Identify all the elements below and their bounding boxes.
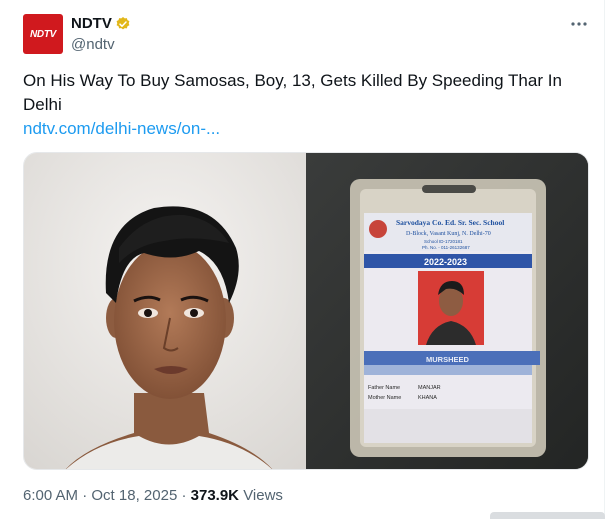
id-school-id: School ID-1720181: [424, 239, 463, 244]
author-name-row: NDTV: [71, 15, 131, 32]
tweet-media[interactable]: Sarvodaya Co. Ed. Sr. Sec. School D-Bloc…: [23, 152, 589, 470]
id-year: 2022-2023: [424, 257, 467, 267]
verified-badge-icon: [116, 16, 130, 29]
id-mother-label: Mother Name: [368, 395, 401, 401]
scrollbar-thumb[interactable]: [490, 512, 605, 519]
tweet-meta: 6:00 AM · Oct 18, 2025 · 373.9K Views: [23, 487, 283, 504]
author-name[interactable]: NDTV: [71, 15, 112, 32]
id-school-name: Sarvodaya Co. Ed. Sr. Sec. School: [396, 218, 504, 227]
tweet-link[interactable]: ndtv.com/delhi-news/on-...: [23, 117, 220, 141]
avatar[interactable]: NDTV: [23, 14, 63, 54]
id-student-name: MURSHEED: [426, 355, 470, 364]
id-father-value: MANJAR: [418, 385, 441, 391]
views-count[interactable]: 373.9K: [191, 487, 239, 504]
more-dots-icon[interactable]: [569, 14, 589, 34]
tweet-card: NDTV NDTV @ndtv On His Way To Buy Samosa…: [0, 0, 605, 519]
id-mother-value: KHANA: [418, 395, 437, 401]
author-handle[interactable]: @ndtv: [71, 36, 115, 53]
views-label: Views: [243, 487, 283, 504]
avatar-logo-text: NDTV: [29, 28, 57, 40]
meta-separator: ·: [82, 487, 88, 504]
portrait-photo[interactable]: [24, 153, 306, 469]
tweet-time[interactable]: 6:00 AM: [23, 487, 78, 504]
id-father-label: Father Name: [368, 385, 400, 391]
tweet-date[interactable]: Oct 18, 2025: [91, 487, 177, 504]
id-address: D-Block, Vasant Kunj, N. Delhi-70: [406, 231, 491, 237]
meta-separator: ·: [181, 487, 187, 504]
id-phone: Ph. No. - 011-26132687: [422, 245, 470, 250]
tweet-text: On His Way To Buy Samosas, Boy, 13, Gets…: [23, 71, 562, 114]
id-card-photo[interactable]: Sarvodaya Co. Ed. Sr. Sec. School D-Bloc…: [306, 153, 588, 469]
